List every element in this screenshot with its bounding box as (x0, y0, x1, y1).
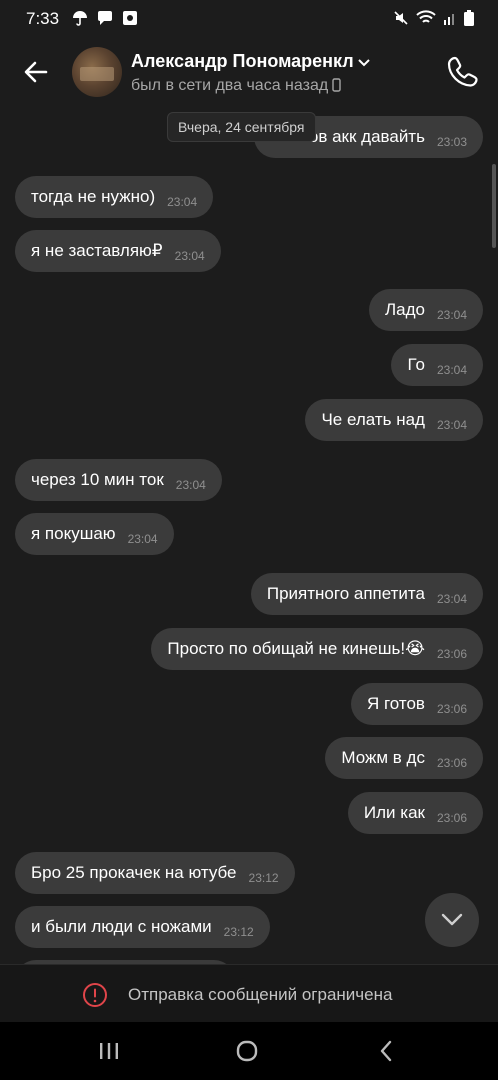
status-bar: 7:33 (0, 0, 498, 36)
message-time: 23:04 (436, 592, 467, 606)
message-bubble-outgoing[interactable]: Можм в дс 23:06 (325, 737, 483, 779)
message-list[interactable]: Вольов акк давайть 23:03 Вчера, 24 сентяб… (0, 108, 498, 964)
scroll-to-bottom-button[interactable] (425, 893, 479, 947)
message-bubble-outgoing[interactable]: Или как 23:06 (347, 792, 483, 834)
system-nav-bar (0, 1022, 498, 1080)
chevron-down-icon (441, 913, 463, 926)
arrow-left-icon[interactable] (20, 56, 52, 88)
chat-notification-icon (98, 11, 112, 25)
message-time: 23:04 (436, 308, 467, 322)
message-text: тогда не нужно) (31, 187, 156, 206)
message-time: 23:04 (167, 195, 198, 209)
message-bubble-outgoing[interactable]: Ладо 23:04 (368, 289, 483, 331)
contact-name[interactable]: Александр Пономаренкл (131, 51, 370, 72)
message-bubble-outgoing[interactable]: Я готов 23:06 (350, 683, 483, 725)
message-bubble-incoming[interactable]: я покушаю 23:04 (15, 513, 174, 555)
message-bubble-incoming[interactable]: я не заставляю₽ 23:04 (15, 230, 221, 272)
message-time: 23:04 (175, 478, 206, 492)
message-text: и были люди с ножами (31, 917, 212, 936)
restricted-text: Отправка сообщений ограничена (128, 985, 393, 1004)
messaging-restricted-banner: Отправка сообщений ограничена (0, 964, 498, 1022)
message-bubble-outgoing[interactable]: Го 23:04 (391, 344, 483, 386)
contact-status: был в сети два часа назад (131, 77, 341, 95)
date-separator: Вчера, 24 сентября (167, 112, 316, 142)
message-time: 23:06 (436, 756, 467, 770)
message-text: Че елать над (321, 410, 425, 429)
message-text: я покушаю (31, 524, 116, 543)
message-text: Можм в дс (341, 748, 425, 767)
message-bubble-outgoing[interactable]: Просто по обищай не кинешь!😭 23:06 (151, 628, 483, 670)
scrollbar[interactable] (492, 164, 496, 248)
message-bubble-outgoing[interactable]: Приятного аппетита 23:04 (250, 573, 483, 615)
message-text: Я готов (366, 694, 425, 713)
message-bubble-outgoing[interactable]: Че елать над 23:04 (305, 399, 483, 441)
message-text: Го (407, 355, 425, 374)
message-time: 23:06 (436, 647, 467, 661)
message-time: 23:12 (248, 871, 279, 885)
battery-icon (464, 10, 474, 26)
recent-apps-icon[interactable] (96, 1038, 122, 1064)
contact-name-text: Александр Пономаренкл (131, 51, 354, 71)
message-bubble-incoming[interactable]: Бро 25 прокачек на ютубе 23:12 (15, 852, 295, 894)
message-text: Или как (363, 803, 425, 822)
phone-icon[interactable] (446, 54, 480, 88)
avatar[interactable] (72, 47, 122, 97)
photo-notification-icon (123, 11, 137, 25)
message-text: я не заставляю₽ (31, 241, 163, 260)
status-left-icons (72, 10, 138, 26)
message-time: 23:04 (436, 363, 467, 377)
message-text: Бро 25 прокачек на ютубе (31, 863, 237, 882)
message-time: 23:06 (436, 811, 467, 825)
status-right-icons (393, 10, 474, 26)
wifi-icon (416, 10, 436, 23)
chat-header: Александр Пономаренкл был в сети два час… (0, 36, 498, 108)
message-text: Просто по обищай не кинешь!😭 (167, 639, 425, 658)
message-time: 23:04 (174, 249, 205, 263)
contact-status-text: был в сети два часа назад (131, 77, 329, 94)
message-bubble-incoming[interactable]: и были люди с ножами 23:12 (15, 906, 270, 948)
signal-icon (444, 14, 454, 25)
mute-icon (394, 11, 408, 25)
exclamation-circle-icon (83, 983, 107, 1007)
message-time: 23:06 (436, 702, 467, 716)
message-time: 23:03 (436, 135, 467, 149)
message-bubble-incoming[interactable]: через 10 мин ток 23:04 (15, 459, 222, 501)
message-bubble-incoming[interactable]: тогда не нужно) 23:04 (15, 176, 214, 218)
message-time: 23:04 (436, 418, 467, 432)
back-nav-icon[interactable] (374, 1038, 400, 1064)
umbrella-icon (73, 11, 87, 26)
message-time: 23:12 (223, 925, 254, 939)
message-text: Приятного аппетита (266, 584, 425, 603)
mobile-device-icon (332, 78, 341, 92)
home-icon[interactable] (234, 1038, 260, 1064)
chevron-down-icon (358, 59, 370, 67)
message-text: через 10 мин ток (31, 470, 164, 489)
message-time: 23:04 (127, 532, 158, 546)
status-time: 7:33 (26, 9, 60, 28)
message-text: Ладо (384, 300, 425, 319)
